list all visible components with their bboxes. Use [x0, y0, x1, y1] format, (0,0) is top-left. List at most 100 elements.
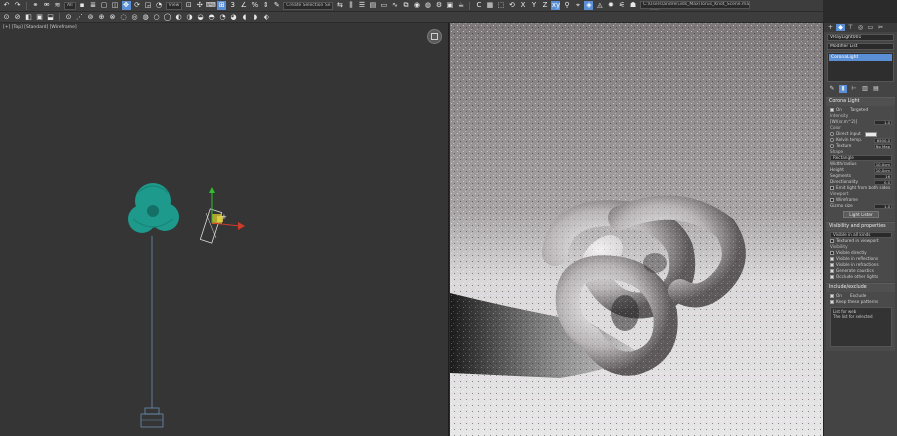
modifier-stack-item[interactable]: CoronaLight — [829, 54, 892, 61]
bind-space-warp-icon[interactable]: ≋ — [53, 1, 62, 10]
undo-icon[interactable]: ↶ — [2, 1, 11, 10]
spinner-field[interactable]: 1.0 — [874, 203, 892, 209]
select-manipulate-icon[interactable]: ✣ — [195, 1, 204, 10]
ungroup-icon[interactable]: ◓ — [207, 13, 216, 22]
spinner-field[interactable]: 10.0cm — [874, 167, 892, 173]
spinner-field[interactable]: 6500.0 — [874, 137, 892, 143]
edit-named-sets-icon[interactable]: ✎ — [272, 1, 281, 10]
keyboard-shortcut-icon[interactable]: ⌨ — [206, 1, 216, 10]
corona-interactive-icon[interactable]: C — [474, 1, 483, 10]
window-crossing-icon[interactable]: ◫ — [111, 1, 120, 10]
modifier-list-dropdown[interactable]: Modifier List — [827, 43, 894, 50]
z-axis-icon[interactable]: Z — [540, 1, 549, 10]
exclude-list-box[interactable]: List for web The list for selected — [830, 307, 892, 347]
hierarchy-tab-icon[interactable]: ⊤ — [846, 24, 855, 31]
free-light-icon[interactable]: ◈ — [584, 1, 594, 10]
teapot-icon[interactable]: ☗ — [628, 1, 637, 10]
omni-light-icon[interactable]: ✹ — [606, 1, 615, 10]
render-setup-icon[interactable]: ⚙ — [434, 1, 443, 10]
spinner-field[interactable]: 16 — [874, 173, 892, 179]
reference-coord-dropdown[interactable]: View — [165, 1, 183, 10]
remove-modifier-icon[interactable]: ▥ — [861, 85, 869, 93]
checkbox[interactable] — [830, 294, 834, 298]
radio-button[interactable] — [830, 132, 834, 136]
checkbox[interactable] — [830, 257, 834, 261]
unhide-icon[interactable]: ◑ — [185, 13, 194, 22]
spot-light-icon[interactable]: ◬ — [595, 1, 604, 10]
select-rotate-icon[interactable]: ⟳ — [133, 1, 142, 10]
placement-icon[interactable]: ◔ — [155, 1, 164, 10]
rollout-title[interactable]: Include/exclude — [826, 284, 895, 292]
collapse-icon[interactable]: ◖ — [240, 13, 249, 22]
checkbox[interactable] — [830, 239, 834, 243]
reset-xform-icon[interactable]: ◗ — [251, 13, 260, 22]
isolate-icon[interactable]: ○ — [152, 13, 161, 22]
mirror-icon[interactable]: ⇆ — [335, 1, 344, 10]
material-editor-compact-icon[interactable]: ◍ — [423, 1, 432, 10]
percent-snap-icon[interactable]: % — [250, 1, 259, 10]
corona-light-object[interactable] — [199, 208, 223, 244]
snap-edge-icon[interactable]: ⊘ — [13, 13, 22, 22]
schematic-view-icon[interactable]: ⧉ — [401, 1, 410, 10]
align-view-icon[interactable]: ◍ — [141, 13, 150, 22]
freeze-icon[interactable]: ◯ — [163, 13, 172, 22]
center-pivot-icon[interactable]: ⬖ — [262, 13, 271, 22]
move-gizmo[interactable]: + — [209, 187, 245, 230]
pin-stack-icon[interactable]: ✎ — [828, 85, 836, 93]
checkbox[interactable] — [830, 198, 834, 202]
snap-pivot-icon[interactable]: ▣ — [35, 13, 44, 22]
color-swatch[interactable] — [864, 131, 877, 137]
project-path-field[interactable]: C:\Users\andrei\3ds_Max\Torus_Knot_Scene… — [640, 1, 750, 9]
link-icon[interactable]: ⚭ — [31, 1, 40, 10]
viewport-label[interactable]: [+] [Top] [Standard] [Wireframe] — [3, 25, 77, 30]
render-preview-viewport[interactable] — [450, 23, 823, 436]
layer-explorer-icon[interactable]: ☰ — [357, 1, 366, 10]
snap-3d-icon[interactable]: 3 — [228, 1, 237, 10]
group-icon[interactable]: ◒ — [196, 13, 205, 22]
configure-sets-icon[interactable]: ▤ — [872, 85, 880, 93]
viewcube-icon[interactable] — [427, 29, 442, 44]
top-viewport[interactable]: + [+] [Top] [Standard] [Wireframe] — [0, 23, 449, 436]
attach-icon[interactable]: ◔ — [218, 13, 227, 22]
spinner-field[interactable]: 10.0cm — [874, 161, 892, 167]
unlink-icon[interactable]: ⚮ — [42, 1, 51, 10]
snap-settings-icon[interactable]: ⌖ — [573, 1, 582, 10]
rect-selection-icon[interactable]: ▢ — [100, 1, 109, 10]
object-name-field[interactable]: VRayLight001 — [827, 34, 894, 41]
y-axis-icon[interactable]: Y — [529, 1, 538, 10]
spinner-snap-icon[interactable]: ⇕ — [261, 1, 270, 10]
x-axis-icon[interactable]: X — [518, 1, 527, 10]
modify-tab-icon[interactable]: ◆ — [836, 24, 845, 31]
checkbox[interactable] — [830, 263, 834, 267]
select-object-icon[interactable]: ▪ — [78, 1, 87, 10]
snap-bbox-icon[interactable]: ⬓ — [46, 13, 55, 22]
quick-align-icon[interactable]: ⊕ — [97, 13, 106, 22]
detach-icon[interactable]: ◕ — [229, 13, 238, 22]
place-highlight-icon[interactable]: ◌ — [119, 13, 128, 22]
modifier-stack[interactable]: CoronaLight — [827, 52, 894, 82]
scene-explorer-icon[interactable]: ▤ — [368, 1, 377, 10]
angle-snap-icon[interactable]: ∠ — [239, 1, 248, 10]
radio-button[interactable] — [830, 144, 834, 148]
select-scale-icon[interactable]: ◲ — [144, 1, 153, 10]
camera-icon[interactable]: ⚟ — [617, 1, 626, 10]
redo-icon[interactable]: ↷ — [13, 1, 22, 10]
pivot-center-icon[interactable]: ⊡ — [184, 1, 193, 10]
constraint-toggle-icon[interactable]: ⚲ — [562, 1, 571, 10]
render-production-icon[interactable]: ☕ — [456, 1, 465, 10]
align-camera-icon[interactable]: ◎ — [130, 13, 139, 22]
motion-tab-icon[interactable]: ◎ — [856, 24, 865, 31]
material-editor-icon[interactable]: ◉ — [412, 1, 421, 10]
checkbox[interactable] — [830, 300, 834, 304]
spinner-field[interactable]: 1.0 — [874, 119, 892, 125]
xref-icon[interactable]: ⬚ — [496, 1, 505, 10]
list-item[interactable]: The list for selected — [833, 314, 889, 319]
hide-icon[interactable]: ◐ — [174, 13, 183, 22]
utilities-tab-icon[interactable]: ✂ — [876, 24, 885, 31]
create-tab-icon[interactable]: + — [826, 24, 835, 31]
checkbox[interactable] — [830, 108, 834, 112]
array-icon[interactable]: ⊙ — [64, 13, 73, 22]
checkbox[interactable] — [830, 186, 834, 190]
curve-editor-icon[interactable]: ∿ — [390, 1, 399, 10]
xy-plane-icon[interactable]: xy — [551, 1, 561, 10]
